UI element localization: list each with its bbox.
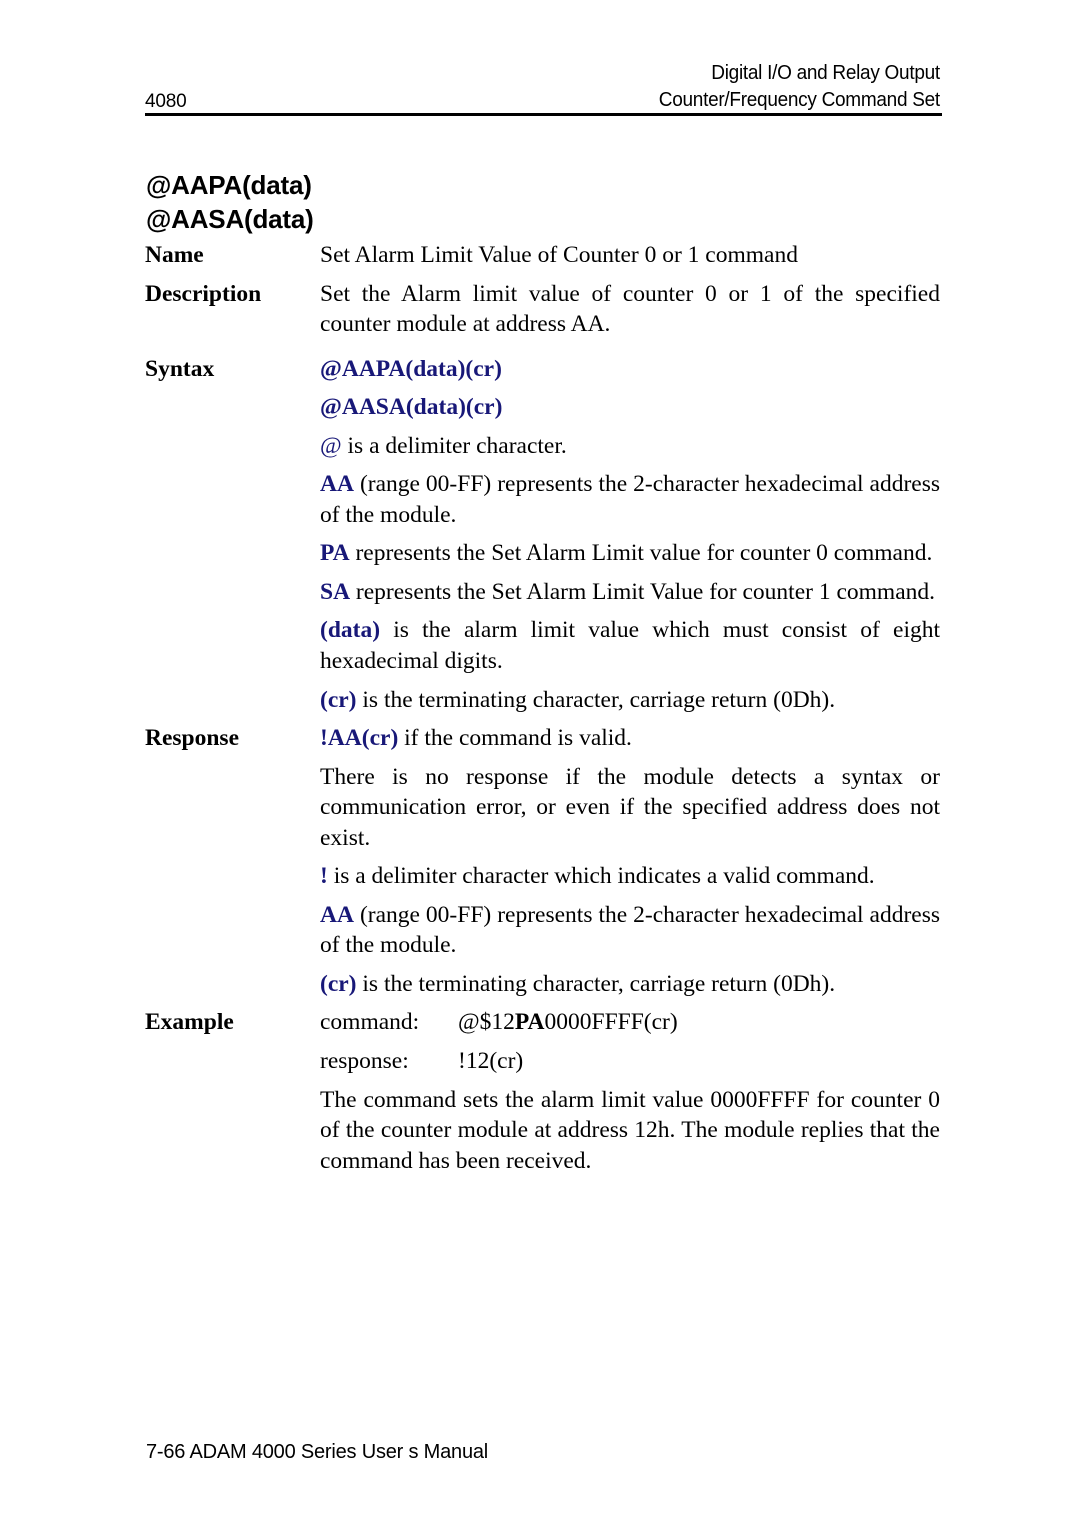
row-name: Name Set Alarm Limit Value of Counter 0 … xyxy=(145,240,940,271)
token-at: @ xyxy=(320,432,342,459)
example-response-row: response: !12(cr) xyxy=(320,1046,940,1077)
syntax-line-1: @AAPA(data)(cr) xyxy=(320,355,502,382)
label-name: Name xyxy=(145,242,204,268)
syntax-line-2: @AASA(data)(cr) xyxy=(320,394,503,421)
label-description: Description xyxy=(145,280,262,307)
command-definition-table: Name Set Alarm Limit Value of Counter 0 … xyxy=(145,240,940,1176)
syntax-note-at-text: is a delimiter character. xyxy=(341,432,567,459)
name-text: Set Alarm Limit Value of Counter 0 or 1 … xyxy=(320,242,798,268)
content-example: command: @$12PA0000FFFF(cr) response: !1… xyxy=(320,1007,940,1176)
label-example: Example xyxy=(145,1009,234,1036)
token-bang-aa-cr: !AA(cr) xyxy=(320,725,399,752)
response-valid-line: !AA(cr) if the command is valid. xyxy=(320,723,940,754)
syntax-notes: @ is a delimiter character. AA (range 00… xyxy=(320,431,940,715)
page-header: 4080 Digital I/O and Relay Output Counte… xyxy=(145,60,940,114)
token-sa: SA xyxy=(320,578,351,605)
row-response: Response !AA(cr) if the command is valid… xyxy=(145,723,940,999)
row-example: Example command: @$12PA0000FFFF(cr) resp… xyxy=(145,1007,940,1176)
document-page: 4080 Digital I/O and Relay Output Counte… xyxy=(0,0,1080,1534)
response-note-aa-text: (range 00-FF) represents the 2-character… xyxy=(320,901,940,959)
response-note-bang-text: is a delimiter character which indicates… xyxy=(327,863,875,890)
content-description: Set the Alarm limit value of counter 0 o… xyxy=(320,279,940,340)
response-note-bang: ! is a delimiter character which indicat… xyxy=(320,861,940,892)
token-aa: AA xyxy=(320,471,354,498)
command-title: @AAPA(data) @AASA(data) xyxy=(146,168,314,237)
syntax-note-data-text: is the alarm limit value which must cons… xyxy=(320,617,940,675)
content-response: !AA(cr) if the command is valid. There i… xyxy=(320,723,940,999)
command-title-line-2: @AASA(data) xyxy=(146,204,314,235)
label-syntax: Syntax xyxy=(145,355,215,382)
syntax-note-aa-text: (range 00-FF) represents the 2-character… xyxy=(320,471,940,528)
description-text: Set the Alarm limit value of counter 0 o… xyxy=(320,280,940,338)
syntax-note-cr-text: is the terminating character, carriage r… xyxy=(356,686,836,713)
header-title-line-1: Digital I/O and Relay Output xyxy=(711,62,940,84)
syntax-note-cr: (cr) is the terminating character, carri… xyxy=(320,685,940,716)
token-cr-response: (cr) xyxy=(320,970,357,997)
example-command-value: @$12PA0000FFFF(cr) xyxy=(458,1007,940,1038)
label-response: Response xyxy=(145,725,240,752)
example-explanation: The command sets the alarm limit value 0… xyxy=(320,1086,940,1174)
syntax-note-pa: PA represents the Set Alarm Limit value … xyxy=(320,538,940,569)
token-cr: (cr) xyxy=(320,686,357,713)
token-pa: PA xyxy=(320,540,350,567)
syntax-note-at: @ is a delimiter character. xyxy=(320,431,940,462)
token-data: (data) xyxy=(320,617,381,644)
command-title-line-1: @AAPA(data) xyxy=(146,170,312,200)
header-divider xyxy=(145,113,942,116)
response-note-cr-text: is the terminating character, carriage r… xyxy=(356,970,836,997)
header-row: 4080 Digital I/O and Relay Output Counte… xyxy=(145,60,940,114)
response-note-cr: (cr) is the terminating character, carri… xyxy=(320,969,940,1000)
syntax-note-sa: SA represents the Set Alarm Limit Value … xyxy=(320,577,940,608)
response-no-response-text: There is no response if the module detec… xyxy=(320,763,940,851)
example-command-suffix: 0000FFFF(cr) xyxy=(544,1009,678,1036)
response-valid-text: if the command is valid. xyxy=(398,725,632,752)
page-footer: 7-66 ADAM 4000 Series User s Manual xyxy=(146,1441,489,1463)
token-aa-response: AA xyxy=(320,901,354,928)
header-title-line-2: Counter/Frequency Command Set xyxy=(658,89,940,111)
token-bang: ! xyxy=(320,863,328,890)
row-syntax: Syntax @AAPA(data)(cr) @AASA(data)(cr) @… xyxy=(145,354,940,715)
content-name: Set Alarm Limit Value of Counter 0 or 1 … xyxy=(320,240,940,271)
example-command-bold-token: PA xyxy=(514,1009,545,1036)
example-command-key: command: xyxy=(320,1009,420,1036)
syntax-note-aa: AA (range 00-FF) represents the 2-charac… xyxy=(320,469,940,530)
example-command-row: command: @$12PA0000FFFF(cr) xyxy=(320,1007,940,1038)
example-command-prefix: @$12 xyxy=(458,1009,515,1036)
content-syntax: @AAPA(data)(cr) @AASA(data)(cr) @ is a d… xyxy=(320,354,940,715)
syntax-note-pa-text: represents the Set Alarm Limit value for… xyxy=(349,540,933,567)
syntax-note-data: (data) is the alarm limit value which mu… xyxy=(320,615,940,676)
response-note-aa: AA (range 00-FF) represents the 2-charac… xyxy=(320,900,940,961)
header-title-block: Digital I/O and Relay Output Counter/Fre… xyxy=(659,60,940,114)
header-page-number: 4080 xyxy=(145,91,187,113)
syntax-note-sa-text: represents the Set Alarm Limit Value for… xyxy=(350,578,935,605)
example-response-value: !12(cr) xyxy=(458,1048,524,1075)
row-description: Description Set the Alarm limit value of… xyxy=(145,279,940,340)
example-response-key: response: xyxy=(320,1048,409,1075)
